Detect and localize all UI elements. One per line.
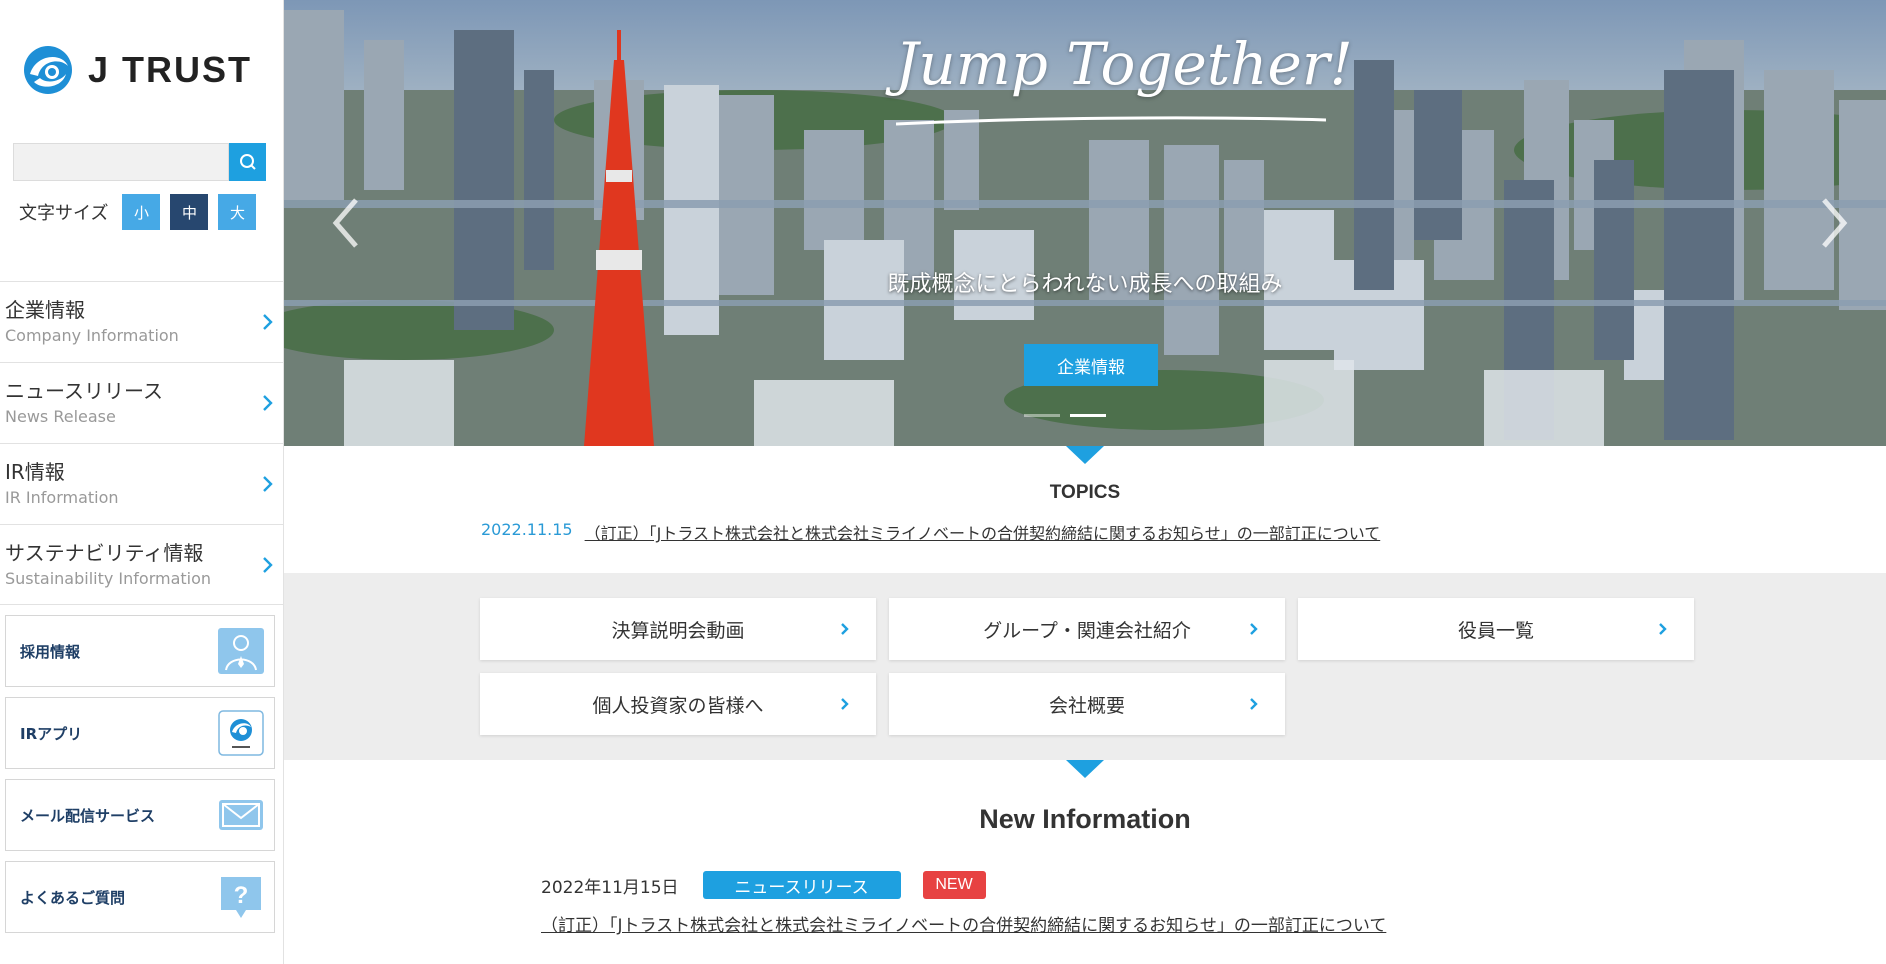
sidebar-item-label: IR情報 — [5, 460, 65, 484]
quick-link-earnings-video[interactable]: 決算説明会動画 — [480, 598, 876, 660]
new-badge: NEW — [922, 871, 986, 899]
quick-link-individual-investors[interactable]: 個人投資家の皆様へ — [480, 673, 876, 735]
quick-link-label: 決算説明会動画 — [611, 619, 745, 642]
quick-link-label: 個人投資家の皆様へ — [592, 694, 764, 717]
news-item-link[interactable]: （訂正）「Jトラスト株式会社と株式会社ミライノベートの合併契約締結に関するお知ら… — [541, 911, 1386, 936]
question-icon: ? — [221, 877, 261, 918]
topics-link[interactable]: （訂正）「Jトラスト株式会社と株式会社ミライノベートの合併契約締結に関するお知ら… — [585, 520, 1381, 544]
carousel-dot[interactable] — [1024, 414, 1060, 417]
sidebar-item-sublabel: Sustainability Information — [5, 569, 212, 588]
chevron-right-icon — [841, 698, 849, 710]
chevron-right-icon — [263, 314, 273, 330]
logo[interactable]: J TRUST — [22, 44, 252, 96]
section-pointer-icon — [1066, 760, 1104, 778]
service-label: IRアプリ — [20, 724, 83, 743]
recruit-link[interactable]: 採用情報 — [5, 615, 275, 687]
quick-link-label: 役員一覧 — [1457, 619, 1534, 642]
sidebar-nav: 企業情報 Company Information ニュースリリース News R… — [0, 281, 283, 605]
chevron-right-icon — [1659, 623, 1667, 635]
jtrust-app-icon — [218, 710, 264, 756]
sidebar-item-label: サステナビリティ情報 — [5, 541, 204, 565]
sidebar: J TRUST 文字サイズ 小 中 大 企業情報 Company Informa… — [0, 0, 284, 964]
sidebar-item-sublabel: Company Information — [5, 326, 179, 345]
service-label: よくあるご質問 — [20, 888, 126, 907]
font-size-label: 文字サイズ — [19, 203, 109, 224]
news-section: New Information 2022年11月15日 ニュースリリース NEW… — [284, 760, 1886, 964]
tagline-brush-stroke — [896, 116, 1326, 126]
sidebar-item-company[interactable]: 企業情報 Company Information — [0, 281, 283, 362]
sidebar-item-news[interactable]: ニュースリリース News Release — [0, 362, 283, 443]
service-label: メール配信サービス — [20, 806, 156, 825]
carousel-indicators — [1024, 414, 1106, 417]
news-title: New Information — [979, 804, 1191, 834]
chevron-right-icon — [263, 476, 273, 492]
brand-name: J TRUST — [88, 49, 253, 90]
quick-link-company-overview[interactable]: 会社概要 — [889, 673, 1285, 735]
sidebar-item-sublabel: News Release — [5, 407, 116, 426]
font-size-small-button[interactable]: 小 — [122, 194, 161, 230]
sidebar-item-label: ニュースリリース — [5, 379, 163, 403]
sidebar-item-sustainability[interactable]: サステナビリティ情報 Sustainability Information — [0, 524, 283, 605]
hero-carousel: Jump Together! 既成概念にとらわれない成長への取組み 企業情報 — [284, 0, 1886, 446]
person-icon — [218, 628, 264, 674]
topics-date: 2022.11.15 — [481, 520, 573, 539]
search-button[interactable] — [229, 143, 266, 181]
search-box — [13, 143, 266, 181]
chevron-right-icon — [841, 623, 849, 635]
section-pointer-icon — [1066, 446, 1104, 464]
sidebar-item-label: 企業情報 — [5, 298, 85, 322]
ir-app-link[interactable]: IRアプリ — [5, 697, 275, 769]
quick-links: 決算説明会動画 グループ・関連会社紹介 役員一覧 個人投資家の皆様へ 会社概要 — [284, 573, 1886, 760]
carousel-prev-icon[interactable] — [330, 196, 360, 250]
carousel-dot-active[interactable] — [1070, 414, 1106, 417]
hero-tagline: Jump Together! — [895, 30, 1353, 98]
chevron-right-icon — [263, 557, 273, 573]
chevron-right-icon — [1250, 623, 1258, 635]
quick-link-executives[interactable]: 役員一覧 — [1298, 598, 1694, 660]
font-size-medium-button[interactable]: 中 — [170, 194, 209, 230]
topics-item: 2022.11.15 （訂正）「Jトラスト株式会社と株式会社ミライノベートの合併… — [481, 520, 1380, 544]
hero-subtitle: 既成概念にとらわれない成長への取組み — [887, 272, 1283, 297]
quick-link-label: グループ・関連会社紹介 — [983, 619, 1191, 642]
topics-title: TOPICS — [1049, 482, 1121, 503]
svg-text:?: ? — [234, 882, 249, 909]
news-date: 2022年11月15日 — [541, 877, 679, 898]
news-item-meta: 2022年11月15日 ニュースリリース NEW — [541, 871, 986, 899]
sidebar-item-sublabel: IR Information — [5, 488, 119, 507]
chevron-right-icon — [263, 395, 273, 411]
search-input[interactable] — [13, 143, 229, 181]
search-icon — [239, 154, 256, 170]
hero-company-info-button[interactable]: 企業情報 — [1024, 344, 1158, 386]
mail-icon — [219, 800, 263, 830]
font-size-large-button[interactable]: 大 — [218, 194, 257, 230]
mail-service-link[interactable]: メール配信サービス — [5, 779, 275, 851]
sidebar-item-ir[interactable]: IR情報 IR Information — [0, 443, 283, 524]
chevron-right-icon — [1250, 698, 1258, 710]
carousel-next-icon[interactable] — [1820, 196, 1850, 250]
news-category-badge[interactable]: ニュースリリース — [702, 871, 901, 899]
quick-link-group-companies[interactable]: グループ・関連会社紹介 — [889, 598, 1285, 660]
faq-link[interactable]: よくあるご質問 ? — [5, 861, 275, 933]
font-size-control: 文字サイズ 小 中 大 — [19, 194, 266, 230]
service-label: 採用情報 — [20, 642, 81, 661]
quick-link-label: 会社概要 — [1048, 694, 1125, 717]
jtrust-logo-icon — [24, 46, 72, 94]
topics-section: TOPICS 2022.11.15 （訂正）「Jトラスト株式会社と株式会社ミライ… — [284, 446, 1886, 573]
